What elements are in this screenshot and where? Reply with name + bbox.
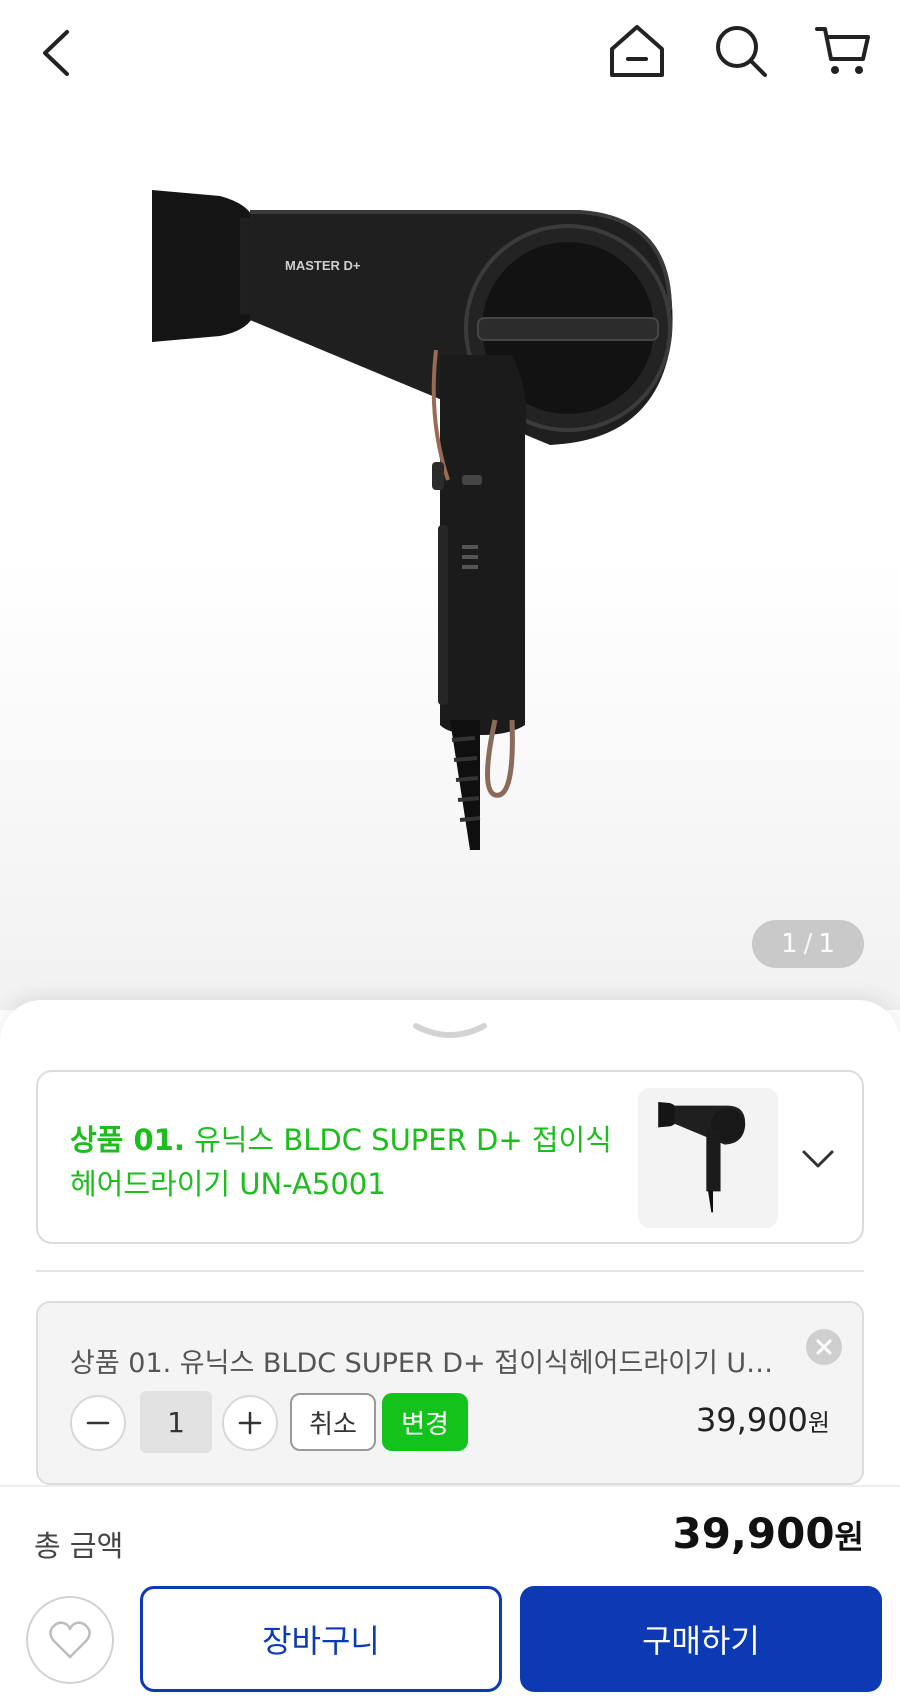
section-divider xyxy=(36,1270,864,1272)
option-price-currency: 원 xyxy=(807,1409,830,1437)
quantity-increase-button[interactable] xyxy=(222,1395,278,1451)
wishlist-button[interactable] xyxy=(26,1596,114,1684)
selected-option-name: 상품 01. 유닉스 BLDC SUPER D+ 접이식헤어드라이기 UN-A5… xyxy=(70,1348,790,1379)
total-label: 총 금액 xyxy=(34,1529,124,1563)
home-icon xyxy=(610,25,664,77)
pager-separator: / xyxy=(803,929,813,959)
hair-dryer-thumbnail xyxy=(658,1102,746,1213)
top-navigation-bar xyxy=(0,0,900,110)
cancel-button[interactable]: 취소 xyxy=(290,1393,376,1451)
total-price-row: 총 금액 39,900원 xyxy=(0,1485,900,1585)
heart-icon xyxy=(49,1621,91,1659)
total-price-currency: 원 xyxy=(834,1518,864,1556)
product-thumbnail xyxy=(638,1088,778,1228)
close-icon xyxy=(816,1339,832,1355)
quantity-value[interactable]: 1 xyxy=(140,1391,212,1453)
plus-icon xyxy=(238,1411,262,1435)
product-number: 상품 01. xyxy=(70,1123,185,1157)
hair-dryer-image: MASTER D+ xyxy=(152,190,673,850)
pager-current: 1 xyxy=(781,929,798,959)
cart-icon xyxy=(815,27,870,74)
product-title: 상품 01. 유닉스 BLDC SUPER D+ 접이식헤어드라이기 UN-A5… xyxy=(70,1118,630,1206)
remove-option-button[interactable] xyxy=(806,1329,842,1365)
change-button[interactable]: 변경 xyxy=(382,1393,468,1451)
option-price-value: 39,900 xyxy=(695,1401,808,1439)
back-icon xyxy=(43,30,69,76)
search-button[interactable] xyxy=(708,18,774,84)
product-option-select[interactable]: 상품 01. 유닉스 BLDC SUPER D+ 접이식헤어드라이기 UN-A5… xyxy=(36,1070,864,1244)
image-pager: 1 / 1 xyxy=(752,920,864,968)
home-button[interactable] xyxy=(604,18,670,84)
cart-button[interactable] xyxy=(810,18,876,84)
pager-total: 1 xyxy=(818,929,835,959)
back-button[interactable] xyxy=(26,20,86,86)
chevron-down-icon[interactable] xyxy=(800,1140,836,1176)
buy-now-button[interactable]: 구매하기 xyxy=(520,1586,882,1692)
selected-option-item: 상품 01. 유닉스 BLDC SUPER D+ 접이식헤어드라이기 UN-A5… xyxy=(36,1301,864,1485)
search-icon xyxy=(716,26,767,77)
svg-text:MASTER D+: MASTER D+ xyxy=(285,258,361,273)
total-price-value: 39,900 xyxy=(672,1509,835,1558)
product-image-area: MASTER D+ 1 / 1 xyxy=(0,0,900,1010)
sheet-collapse-handle[interactable] xyxy=(410,1018,490,1046)
minus-icon xyxy=(86,1421,110,1425)
option-price: 39,900원 xyxy=(696,1401,830,1439)
quantity-decrease-button[interactable] xyxy=(70,1395,126,1451)
add-to-cart-button[interactable]: 장바구니 xyxy=(140,1586,502,1692)
total-price: 39,900원 xyxy=(672,1509,864,1558)
